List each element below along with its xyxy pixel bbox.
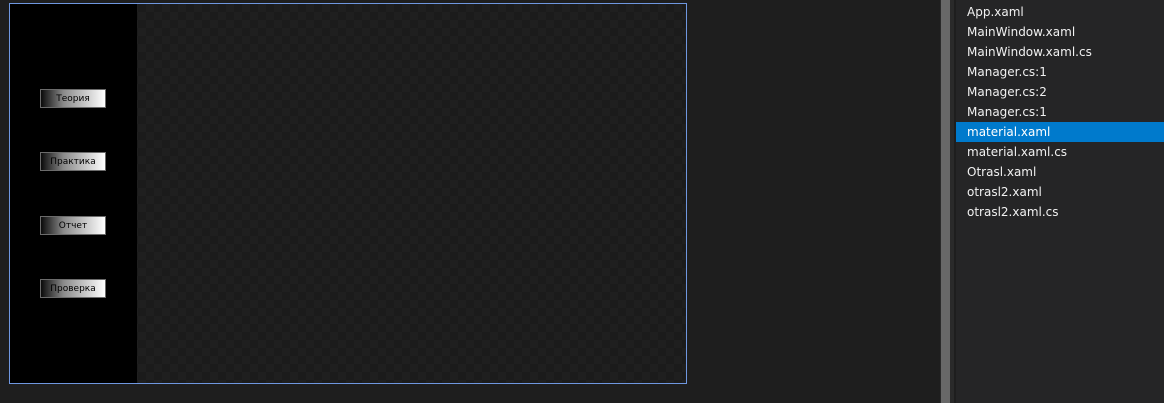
report-button[interactable]: Отчет xyxy=(40,216,106,235)
file-item-otrasl-xaml[interactable]: Otrasl.xaml xyxy=(956,162,1164,182)
check-button[interactable]: Проверка xyxy=(40,279,106,298)
file-item-material-xaml-cs[interactable]: material.xaml.cs xyxy=(956,142,1164,162)
window-preview[interactable]: Теория Практика Отчет Проверка xyxy=(9,3,687,384)
file-item-otrasl2-xaml[interactable]: otrasl2.xaml xyxy=(956,182,1164,202)
theory-button[interactable]: Теория xyxy=(40,89,106,108)
file-item-mainwindow-xaml[interactable]: MainWindow.xaml xyxy=(956,22,1164,42)
side-panel: Теория Практика Отчет Проверка xyxy=(10,4,137,383)
ide-workspace: Теория Практика Отчет Проверка App.xaml … xyxy=(0,0,1164,403)
file-item-manager-cs-2[interactable]: Manager.cs:2 xyxy=(956,82,1164,102)
scrollbar-thumb[interactable] xyxy=(941,0,950,403)
file-list-panel: App.xaml MainWindow.xaml MainWindow.xaml… xyxy=(956,0,1164,403)
practice-button[interactable]: Практика xyxy=(40,152,106,171)
xaml-designer-canvas[interactable]: Теория Практика Отчет Проверка xyxy=(0,0,940,403)
vertical-scrollbar[interactable] xyxy=(940,0,954,403)
file-item-manager-cs-1[interactable]: Manager.cs:1 xyxy=(956,62,1164,82)
file-item-material-xaml[interactable]: material.xaml xyxy=(956,122,1164,142)
file-list: App.xaml MainWindow.xaml MainWindow.xaml… xyxy=(956,2,1164,222)
file-item-otrasl2-xaml-cs[interactable]: otrasl2.xaml.cs xyxy=(956,202,1164,222)
file-item-app-xaml[interactable]: App.xaml xyxy=(956,2,1164,22)
file-item-manager-cs-1-b[interactable]: Manager.cs:1 xyxy=(956,102,1164,122)
file-item-mainwindow-xaml-cs[interactable]: MainWindow.xaml.cs xyxy=(956,42,1164,62)
